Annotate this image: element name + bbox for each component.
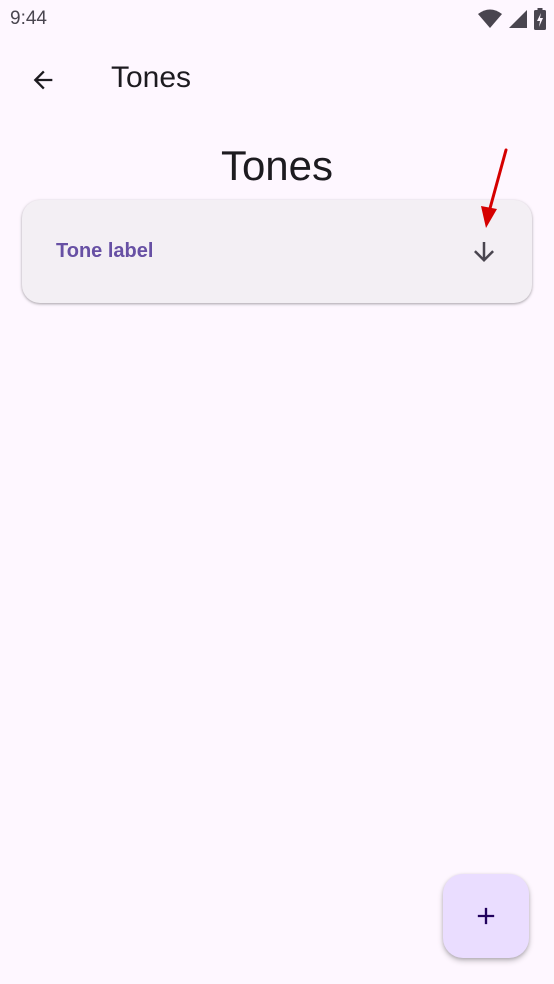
move-down-button[interactable]	[460, 228, 508, 276]
status-time: 9:44	[10, 8, 47, 29]
arrow-downward-icon	[474, 242, 494, 262]
signal-icon	[509, 10, 527, 28]
battery-charging-icon	[534, 8, 546, 30]
arrow-back-icon	[33, 70, 53, 90]
app-bar-title: Tones	[111, 61, 192, 94]
add-tone-fab[interactable]	[443, 874, 529, 958]
top-app-bar: Tones	[0, 40, 554, 120]
add-icon	[477, 907, 495, 925]
page-title: Tones	[220, 142, 334, 189]
tone-label: Tone label	[56, 240, 154, 262]
tone-card[interactable]: Tone label	[22, 200, 532, 303]
status-icons	[478, 8, 546, 30]
back-button[interactable]	[19, 56, 67, 104]
status-bar: 9:44	[0, 0, 554, 40]
wifi-icon	[478, 9, 502, 28]
